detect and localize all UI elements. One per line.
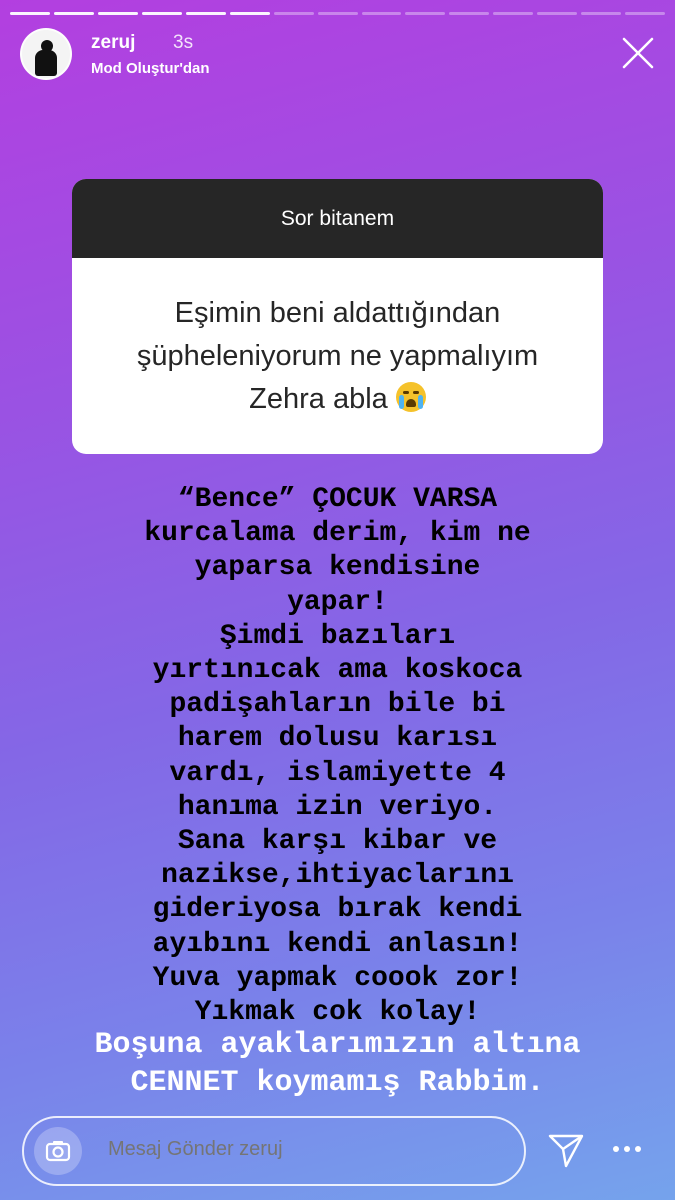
story-text-line: nazikse,ihtiyaclarını: [161, 860, 514, 892]
story-text-line: hanıma izin veriyo.: [177, 791, 498, 823]
story-text-line: yırtınıcak ama koskoca: [152, 655, 523, 687]
question-line: Zehra abla: [249, 382, 388, 415]
story-footer-text: Boşuna ayaklarımızın altına CENNET koymam…: [0, 1026, 675, 1102]
close-icon[interactable]: [621, 36, 655, 70]
question-sticker-title: Sor bitanem: [72, 179, 603, 258]
avatar[interactable]: [20, 28, 72, 80]
question-sticker: Sor bitanem Eşimin beni aldattığından şü…: [72, 179, 603, 454]
story-text-line: kurcalama derim, kim ne: [144, 518, 531, 550]
progress-segment: [625, 12, 666, 15]
more-icon[interactable]: [612, 1143, 642, 1155]
story-text-line: yaparsa kendisine: [194, 552, 481, 584]
progress-segment: [581, 12, 622, 15]
loudly-crying-face-icon: [395, 381, 426, 412]
camera-button[interactable]: [34, 1127, 82, 1175]
story-header: zeruj 3s Mod Oluştur'dan: [20, 28, 655, 88]
story-text-line: padişahların bile bi: [169, 689, 506, 721]
progress-segment: [449, 12, 490, 15]
footer-text-line: CENNET koymamış Rabbim.: [130, 1066, 545, 1100]
story-text: “Bence” ÇOCUK VARSA kurcalama derim, kim …: [90, 483, 585, 1030]
progress-segment: [10, 12, 50, 15]
story-text-line: Sana karşı kibar ve: [177, 826, 498, 858]
story-text-line: ayıbını kendi anlasın!: [152, 928, 523, 960]
message-bar[interactable]: [22, 1116, 526, 1186]
footer-text-line: Boşuna ayaklarımızın altına: [94, 1028, 581, 1062]
story-time: 3s: [173, 32, 194, 53]
progress-segment: [537, 12, 578, 15]
story-text-line: yapar!: [287, 586, 388, 618]
send-icon[interactable]: [546, 1130, 586, 1170]
story-text-line: vardı, islamiyette 4: [169, 757, 506, 789]
story-text-line: harem dolusu karısı: [177, 723, 498, 755]
story-text-line: gideriyosa bırak kendi: [152, 894, 523, 926]
progress-segment: [185, 12, 226, 15]
story-subtitle[interactable]: Mod Oluştur'dan: [91, 60, 210, 77]
username[interactable]: zeruj: [91, 32, 135, 54]
progress-segment: [405, 12, 446, 15]
story-text-line: Yuva yapmak coook zor!: [152, 962, 523, 994]
progress-segment: [53, 12, 94, 15]
story-text-line: “Bence” ÇOCUK VARSA: [177, 484, 498, 515]
progress-segment: [273, 12, 314, 15]
question-line: Eşimin beni aldattığından: [174, 296, 501, 329]
message-input[interactable]: [106, 1137, 510, 1162]
story-progress-bar: [10, 12, 666, 15]
question-sticker-text: Eşimin beni aldattığından şüpheleniyorum…: [72, 258, 603, 454]
progress-segment: [361, 12, 402, 15]
progress-segment: [97, 12, 138, 15]
progress-segment: [317, 12, 358, 15]
question-line: şüpheleniyorum ne yapmalıyım: [136, 339, 539, 372]
camera-icon: [45, 1141, 71, 1162]
progress-segment: [493, 12, 534, 15]
progress-segment: [229, 12, 270, 15]
story-text-line: Şimdi bazıları: [219, 620, 456, 652]
progress-segment: [141, 12, 182, 15]
